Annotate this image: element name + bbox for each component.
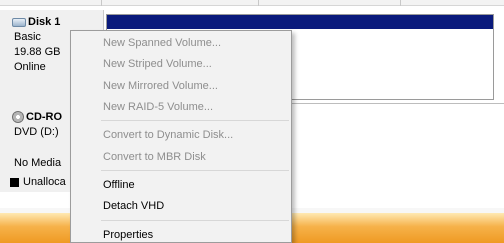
- menu-item-convert-to-mbr-disk[interactable]: Convert to MBR Disk: [103, 149, 206, 165]
- menu-item-new-raid5-volume[interactable]: New RAID-5 Volume...: [103, 99, 213, 115]
- column-divider[interactable]: [101, 0, 102, 6]
- disk-type: Basic: [14, 31, 41, 43]
- disk-status: Online: [14, 61, 46, 73]
- disk-size: 19.88 GB: [14, 46, 61, 58]
- cdrom-media: No Media: [14, 157, 62, 169]
- disk-1-title: Disk 1: [12, 15, 60, 29]
- menu-item-properties[interactable]: Properties: [103, 227, 153, 243]
- volume-bar: [107, 15, 493, 29]
- cdrom-title: CD-RO: [12, 111, 62, 123]
- menu-item-new-mirrored-volume[interactable]: New Mirrored Volume...: [103, 78, 218, 94]
- menu-item-new-spanned-volume[interactable]: New Spanned Volume...: [103, 35, 221, 51]
- hard-disk-icon: [12, 17, 26, 27]
- menu-item-offline[interactable]: Offline: [103, 177, 135, 193]
- cdrom-title-label: CD-RO: [26, 111, 63, 123]
- cdrom-drive: DVD (D:): [14, 126, 59, 138]
- disk-title-label: Disk 1: [28, 16, 61, 28]
- legend-unallocated: Unalloca: [10, 176, 66, 188]
- menu-item-convert-to-dynamic-disk[interactable]: Convert to Dynamic Disk...: [103, 127, 233, 143]
- menu-item-detach-vhd[interactable]: Detach VHD: [103, 198, 164, 214]
- legend-swatch: [10, 177, 19, 187]
- column-divider[interactable]: [258, 0, 259, 6]
- legend-label: Unalloca: [23, 176, 66, 188]
- disk-context-menu: New Spanned Volume... New Striped Volume…: [70, 30, 292, 243]
- menu-separator: [101, 170, 289, 171]
- column-divider[interactable]: [400, 0, 401, 6]
- menu-separator: [101, 220, 289, 221]
- menu-separator: [101, 120, 289, 121]
- cd-drive-icon: [12, 111, 24, 123]
- column-header-strip: [0, 0, 504, 6]
- menu-item-new-striped-volume[interactable]: New Striped Volume...: [103, 56, 212, 72]
